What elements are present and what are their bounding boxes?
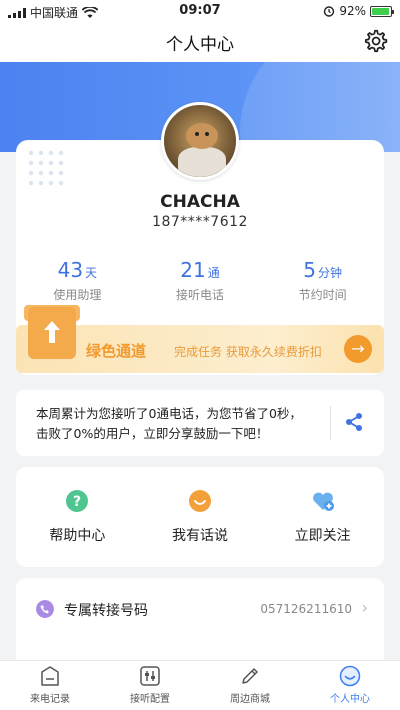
gear-icon[interactable] xyxy=(362,28,388,54)
stat-label: 接听电话 xyxy=(176,288,225,302)
banner-title: 绿色通道 xyxy=(86,342,147,360)
gift-box-icon xyxy=(28,307,76,359)
feature-label: 立即关注 xyxy=(294,528,351,544)
stat-label: 节约时间 xyxy=(298,288,347,302)
stat-value: 5 xyxy=(303,258,317,282)
upload-arrow-icon xyxy=(44,321,60,343)
tab-profile[interactable]: 个人中心 xyxy=(300,661,400,710)
tab-label: 周边商城 xyxy=(230,694,270,705)
arrow-right-button[interactable]: → xyxy=(344,335,372,363)
list-item-label: 专属转接号码 xyxy=(64,603,148,619)
avatar-bear-face xyxy=(186,123,218,149)
battery-percent: 92% xyxy=(339,4,366,18)
user-phone: 187****7612 xyxy=(152,214,248,230)
weekly-line-2: 击败了0%的用户，立即分享鼓励一下吧！ xyxy=(36,426,269,441)
tab-mall[interactable]: 周边商城 xyxy=(200,661,300,710)
tab-bar: 来电记录 接听配置 周边商城 个人中心 xyxy=(0,660,400,710)
phone-transfer-icon xyxy=(36,600,54,618)
stat-value: 43 xyxy=(57,258,84,282)
status-right: 92% xyxy=(323,4,394,18)
weekly-line-1: 本周累计为您接听了0通电话，为您节省了0秒， xyxy=(36,406,302,421)
user-name: CHACHA xyxy=(160,192,240,212)
feature-shortcuts: ? 帮助中心 我有话说 立即关注 xyxy=(16,467,384,567)
tab-label: 接听配置 xyxy=(130,694,170,705)
avatar-bear-body xyxy=(178,147,226,177)
nav-bar: 个人中心 xyxy=(0,22,400,62)
list-item-transfer-number[interactable]: 专属转接号码 057126211610 › xyxy=(16,580,384,636)
decorative-dots xyxy=(26,148,66,188)
tab-label: 来电记录 xyxy=(30,694,70,705)
page-title: 个人中心 xyxy=(166,35,234,55)
green-channel-banner[interactable]: 绿色通道 完成任务 获取永久续费折扣 → xyxy=(16,305,384,373)
help-icon: ? xyxy=(66,490,89,512)
tab-label: 个人中心 xyxy=(330,694,370,705)
share-icon[interactable] xyxy=(342,410,366,434)
tab-call-log[interactable]: 来电记录 xyxy=(0,661,100,710)
status-bar: 中国联通 09:07 92% xyxy=(0,0,400,22)
alarm-icon xyxy=(324,6,335,17)
stat-usage-days: 43 天 使用助理 xyxy=(16,258,139,303)
stat-calls-answered: 21 通 接听电话 xyxy=(139,258,262,303)
stat-value: 21 xyxy=(180,258,206,282)
stat-unit: 分钟 xyxy=(318,266,343,280)
svg-text:?: ? xyxy=(73,494,81,510)
chat-smile-icon xyxy=(189,490,211,512)
divider xyxy=(330,406,331,440)
feature-follow[interactable]: 立即关注 xyxy=(261,467,384,567)
tab-answer-config[interactable]: 接听配置 xyxy=(100,661,200,710)
weekly-summary-card: 本周累计为您接听了0通电话，为您节省了0秒， 击败了0%的用户，立即分享鼓励一下… xyxy=(16,390,384,456)
list-item-value: 057126211610 xyxy=(260,602,352,616)
profile-smile-icon xyxy=(339,665,361,687)
avatar[interactable] xyxy=(161,102,239,180)
feature-help-center[interactable]: ? 帮助中心 xyxy=(16,467,139,567)
call-log-icon xyxy=(41,666,59,686)
feature-label: 帮助中心 xyxy=(49,528,106,544)
chevron-right-icon: › xyxy=(361,598,368,617)
pencil-icon xyxy=(242,668,258,684)
stat-label: 使用助理 xyxy=(53,288,102,302)
sliders-icon xyxy=(140,666,160,686)
stats-row: 43 天 使用助理 21 通 接听电话 5 分钟 节约时间 xyxy=(16,258,384,303)
feature-label: 我有话说 xyxy=(172,528,228,544)
feature-feedback[interactable]: 我有话说 xyxy=(139,467,262,567)
stat-unit: 通 xyxy=(207,266,220,280)
battery-icon xyxy=(370,5,394,17)
heart-plus-icon xyxy=(312,492,334,511)
stat-time-saved: 5 分钟 节约时间 xyxy=(261,258,384,303)
weekly-summary-text: 本周累计为您接听了0通电话，为您节省了0秒， 击败了0%的用户，立即分享鼓励一下… xyxy=(36,404,326,444)
stat-unit: 天 xyxy=(85,266,98,280)
banner-subtitle: 完成任务 获取永久续费折扣 xyxy=(174,345,322,359)
